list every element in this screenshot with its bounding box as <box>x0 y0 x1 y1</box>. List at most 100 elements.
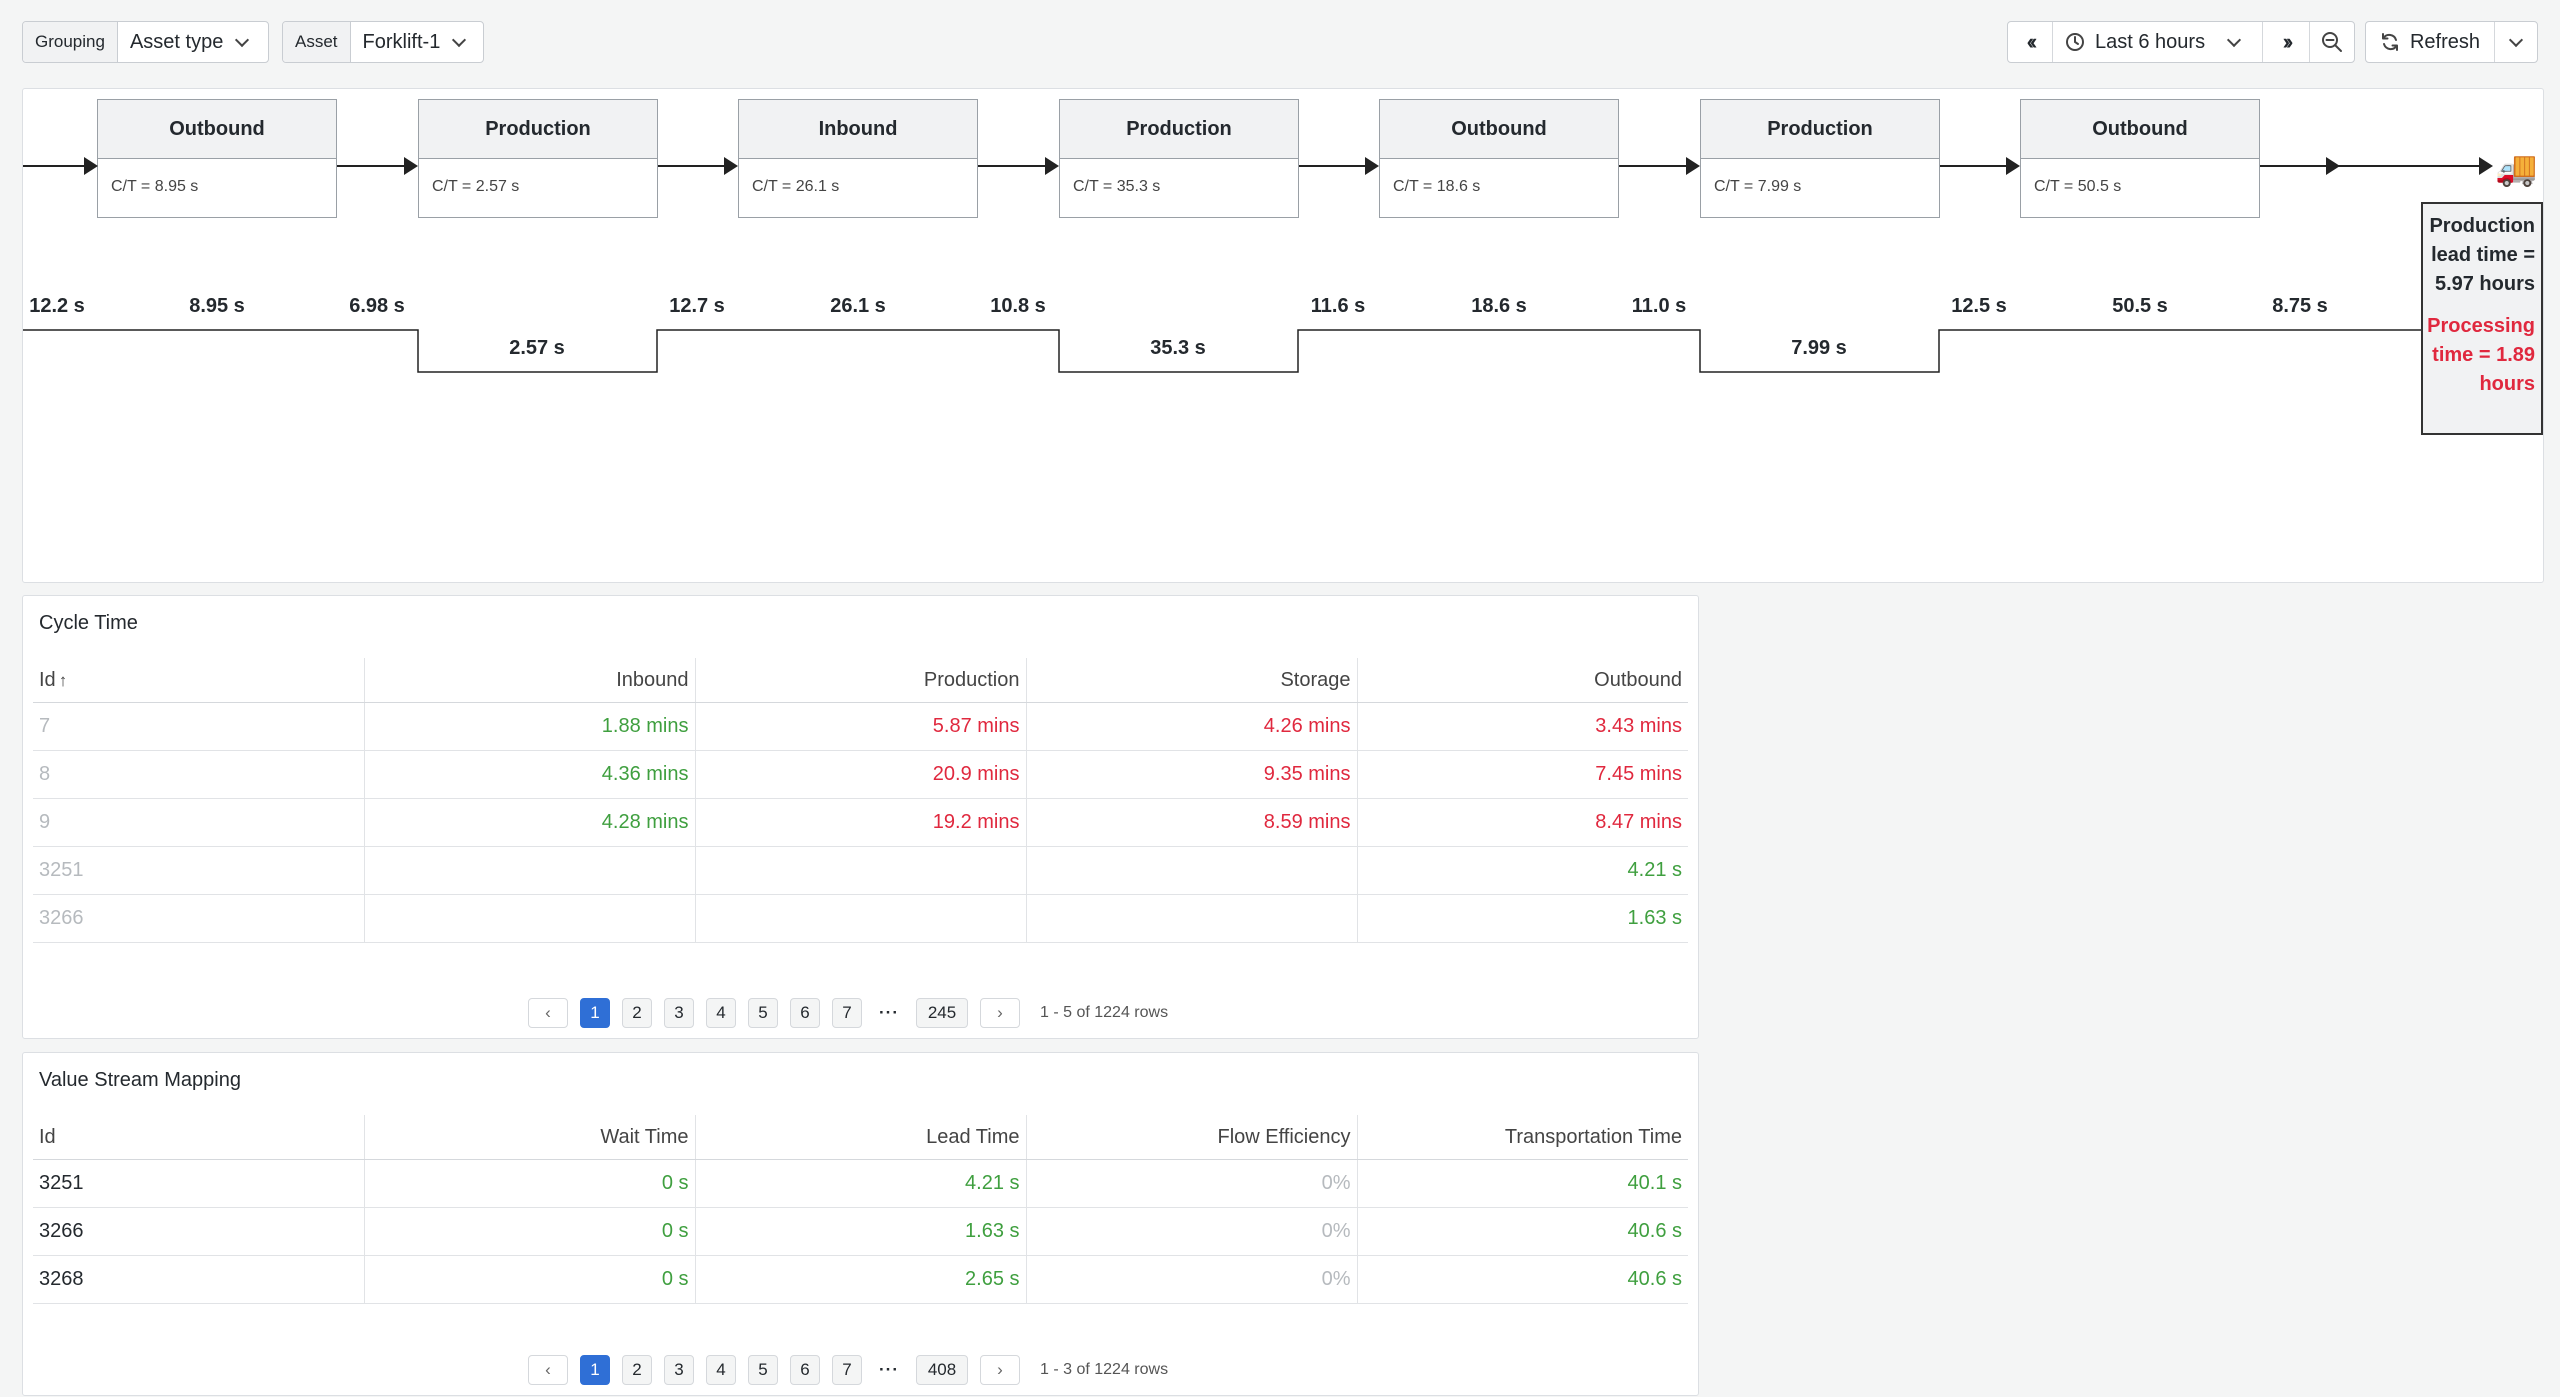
shift-back-button[interactable]: ‹‹ <box>2008 22 2053 62</box>
cell-wait-time: 0 s <box>364 1159 696 1208</box>
chevron-down-icon <box>2508 32 2524 47</box>
table-row: 8 4.36 mins 20.9 mins 9.35 mins 7.45 min… <box>33 750 1688 799</box>
panel-title: Cycle Time <box>39 612 138 634</box>
lead-time-summary: Production lead time = 5.97 hours Proces… <box>2421 202 2543 435</box>
value-stream-table: Id Wait Time Lead Time Flow Efficiency T… <box>33 1115 1688 1304</box>
time-range-picker[interactable]: Last 6 hours <box>2053 22 2263 62</box>
timeline-wait-label: 10.8 s <box>990 295 1046 317</box>
page-button[interactable]: 5 <box>748 1355 778 1385</box>
cell-storage <box>1026 846 1358 895</box>
cell-flow-efficiency: 0% <box>1026 1207 1358 1256</box>
column-header-inbound[interactable]: Inbound <box>364 658 696 703</box>
grouping-label: Grouping <box>23 22 118 62</box>
lead-time-text: Production lead time = 5.97 hours <box>2429 215 2535 295</box>
cell-flow-efficiency: 0% <box>1026 1159 1358 1208</box>
asset-select[interactable]: Forklift-1 <box>351 22 477 62</box>
cycle-time-table: Id ↑ Inbound Production Storage Outbound … <box>33 658 1688 943</box>
page-button[interactable]: 3 <box>664 1355 694 1385</box>
next-page-button[interactable]: › <box>980 1355 1020 1385</box>
cell-production: 20.9 mins <box>695 750 1027 799</box>
time-controls: ‹‹ Last 6 hours ›› Refresh <box>2007 21 2538 63</box>
chevron-down-icon <box>2227 32 2242 47</box>
chevron-down-icon <box>235 32 250 47</box>
timeline-ladder <box>23 329 2421 373</box>
prev-page-button[interactable]: ‹ <box>528 998 568 1028</box>
value-stream-diagram-panel: Outbound C/T = 8.95 s Production C/T = 2… <box>22 88 2544 583</box>
table-row: 3251 4.21 s <box>33 846 1688 895</box>
row-count: 1 - 5 of 1224 rows <box>1040 1004 1169 1021</box>
page-button[interactable]: 2 <box>622 1355 652 1385</box>
column-header-id[interactable]: Id ↑ <box>33 658 365 703</box>
page-button[interactable]: 5 <box>748 998 778 1028</box>
table-row: 3268 0 s 2.65 s 0% 40.6 s <box>33 1255 1688 1304</box>
page-button[interactable]: 245 <box>916 998 968 1028</box>
time-range-label: Last 6 hours <box>2095 30 2206 53</box>
cell-inbound: 4.36 mins <box>364 750 696 799</box>
page-button[interactable]: 4 <box>706 998 736 1028</box>
column-header-flow-efficiency[interactable]: Flow Efficiency <box>1026 1115 1358 1160</box>
page-button[interactable]: 6 <box>790 998 820 1028</box>
pagination: ‹ 1 2 3 4 5 6 7 ··· 408 › 1 - 3 of 1224 … <box>528 1355 1168 1385</box>
timeline-wait-label: 8.75 s <box>2272 295 2328 317</box>
ellipsis-icon: ··· <box>879 1360 899 1379</box>
page-button[interactable]: 6 <box>790 1355 820 1385</box>
cell-wait-time: 0 s <box>364 1255 696 1304</box>
column-header-lead-time[interactable]: Lead Time <box>695 1115 1027 1160</box>
flow-arrow-head <box>2479 157 2493 175</box>
cell-storage <box>1026 894 1358 943</box>
refresh-button[interactable]: Refresh <box>2366 22 2495 62</box>
cell-id: 3251 <box>33 846 365 895</box>
chevron-right-icon: › <box>997 1003 1003 1022</box>
cell-transportation-time: 40.6 s <box>1357 1255 1688 1304</box>
table-header-row: Id Wait Time Lead Time Flow Efficiency T… <box>33 1115 1688 1160</box>
chevron-left-icon: ‹ <box>545 1003 551 1022</box>
column-header-label: Id <box>39 668 56 691</box>
page-button[interactable]: 4 <box>706 1355 736 1385</box>
refresh-icon <box>2381 33 2398 51</box>
grouping-value: Asset type <box>129 30 224 53</box>
column-header-production[interactable]: Production <box>695 658 1027 703</box>
page-button[interactable]: 1 <box>580 998 610 1028</box>
page-button[interactable]: 7 <box>832 1355 862 1385</box>
time-picker-group: ‹‹ Last 6 hours ›› <box>2007 21 2355 63</box>
timeline-wait-label: 11.6 s <box>1310 295 1366 317</box>
prev-page-button[interactable]: ‹ <box>528 1355 568 1385</box>
table-row: 7 1.88 mins 5.87 mins 4.26 mins 3.43 min… <box>33 702 1688 751</box>
shift-forward-button[interactable]: ›› <box>2263 22 2310 62</box>
page-button[interactable]: 7 <box>832 998 862 1028</box>
row-count: 1 - 3 of 1224 rows <box>1040 1361 1169 1378</box>
cell-outbound: 4.21 s <box>1357 846 1688 895</box>
column-header-id[interactable]: Id <box>33 1115 365 1160</box>
page-button[interactable]: 3 <box>664 998 694 1028</box>
cell-inbound: 1.88 mins <box>364 702 696 751</box>
table-row: 3266 1.63 s <box>33 894 1688 943</box>
cell-storage: 8.59 mins <box>1026 798 1358 847</box>
column-header-storage[interactable]: Storage <box>1026 658 1358 703</box>
grouping-select[interactable]: Asset type <box>118 22 259 62</box>
column-header-transportation-time[interactable]: Transportation Time <box>1357 1115 1688 1160</box>
chevron-left-icon: ‹ <box>545 1360 551 1379</box>
timeline-wait-label: 12.5 s <box>1951 295 2007 317</box>
zoom-out-button[interactable] <box>2310 22 2354 62</box>
chevron-down-icon <box>452 32 467 47</box>
column-header-wait-time[interactable]: Wait Time <box>364 1115 696 1160</box>
processing-time-text: Processing time = 1.89 hours <box>2427 315 2535 395</box>
page-button[interactable]: 2 <box>622 998 652 1028</box>
cell-id: 3251 <box>33 1159 365 1208</box>
timeline-wait-label: 12.7 s <box>669 295 725 317</box>
table-header-row: Id ↑ Inbound Production Storage Outbound <box>33 658 1688 703</box>
grouping-variable: Grouping Asset type <box>22 21 269 63</box>
next-page-button[interactable]: › <box>980 998 1020 1028</box>
page-button[interactable]: 408 <box>916 1355 968 1385</box>
pagination: ‹ 1 2 3 4 5 6 7 ··· 245 › 1 - 5 of 1224 … <box>528 998 1168 1028</box>
cell-id: 3266 <box>33 894 365 943</box>
asset-variable: Asset Forklift-1 <box>282 21 484 63</box>
column-header-outbound[interactable]: Outbound <box>1357 658 1688 703</box>
page-button[interactable]: 1 <box>580 1355 610 1385</box>
cell-inbound: 4.28 mins <box>364 798 696 847</box>
cell-outbound: 1.63 s <box>1357 894 1688 943</box>
cell-id: 3266 <box>33 1207 365 1256</box>
timeline-process-label: 50.5 s <box>2112 295 2168 317</box>
timeline-wait-label: 6.98 s <box>349 295 405 317</box>
refresh-interval-button[interactable] <box>2495 22 2537 62</box>
